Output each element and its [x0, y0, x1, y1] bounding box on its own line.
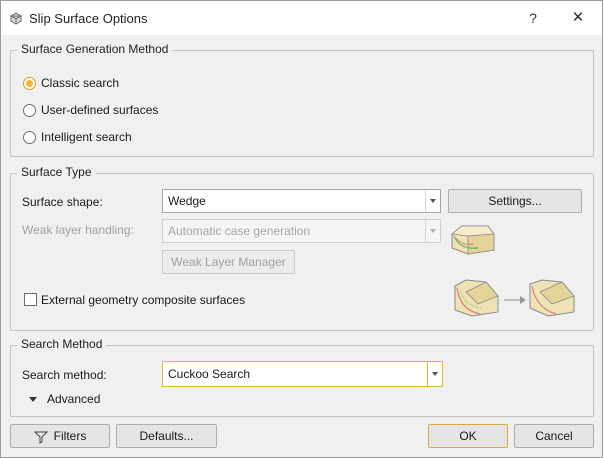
radio-label: Classic search: [41, 76, 120, 90]
weak-layer-label: Weak layer handling:: [22, 223, 134, 237]
weak-layer-value: Automatic case generation: [168, 224, 311, 238]
filters-label: Filters: [53, 429, 87, 443]
cancel-button[interactable]: Cancel: [514, 424, 594, 448]
advanced-toggle[interactable]: Advanced: [29, 391, 100, 407]
external-geometry-label: External geometry composite surfaces: [41, 293, 246, 307]
defaults-button[interactable]: Defaults...: [116, 424, 217, 448]
composite-surface-illustration-icon: [452, 278, 576, 320]
surface-shape-label: Surface shape:: [22, 195, 103, 209]
search-method-group: Search Method Search method: Cuckoo Sear…: [10, 337, 594, 417]
surface-shape-value: Wedge: [168, 194, 206, 208]
weak-layer-illustration-icon: [448, 220, 498, 260]
help-button[interactable]: ?: [521, 7, 545, 29]
weak-layer-manager-button[interactable]: Weak Layer Manager: [162, 250, 295, 274]
radio-indicator[interactable]: [23, 76, 36, 90]
slip-surface-options-dialog: Slip Surface Options ? ✕ Surface Generat…: [0, 0, 603, 458]
radio-indicator[interactable]: [23, 130, 36, 144]
settings-button[interactable]: Settings...: [448, 189, 582, 213]
dialog-title: Slip Surface Options: [29, 11, 148, 26]
weak-layer-dropdown[interactable]: Automatic case generation: [162, 219, 441, 243]
group-legend: Surface Generation Method: [17, 42, 173, 56]
filter-icon: [33, 429, 48, 444]
search-method-label: Search method:: [22, 368, 107, 382]
radio-classic-search[interactable]: Classic search: [23, 74, 119, 92]
chevron-down-icon[interactable]: [425, 220, 440, 242]
radio-label: Intelligent search: [41, 130, 132, 144]
surface-generation-group: Surface Generation Method Classic search…: [10, 42, 594, 157]
triangle-down-icon[interactable]: [29, 396, 37, 402]
chevron-down-icon[interactable]: [425, 190, 440, 212]
ok-button[interactable]: OK: [428, 424, 508, 448]
external-geometry-checkbox[interactable]: [24, 293, 37, 306]
search-method-value: Cuckoo Search: [168, 367, 251, 381]
filters-button[interactable]: Filters: [10, 424, 110, 448]
group-legend: Surface Type: [17, 165, 96, 179]
radio-user-defined-surfaces[interactable]: User-defined surfaces: [23, 101, 158, 119]
app-icon: [9, 11, 23, 25]
title-bar: Slip Surface Options ? ✕: [1, 1, 602, 35]
search-method-dropdown[interactable]: Cuckoo Search: [162, 361, 443, 387]
chevron-down-icon[interactable]: [427, 362, 442, 386]
advanced-label: Advanced: [47, 392, 101, 406]
radio-indicator[interactable]: [23, 103, 36, 117]
group-legend: Search Method: [17, 337, 107, 351]
surface-type-group: Surface Type Surface shape: Wedge Settin…: [10, 165, 594, 331]
close-button[interactable]: ✕: [565, 7, 591, 29]
radio-intelligent-search[interactable]: Intelligent search: [23, 128, 132, 146]
radio-label: User-defined surfaces: [41, 103, 159, 117]
surface-shape-dropdown[interactable]: Wedge: [162, 189, 441, 213]
